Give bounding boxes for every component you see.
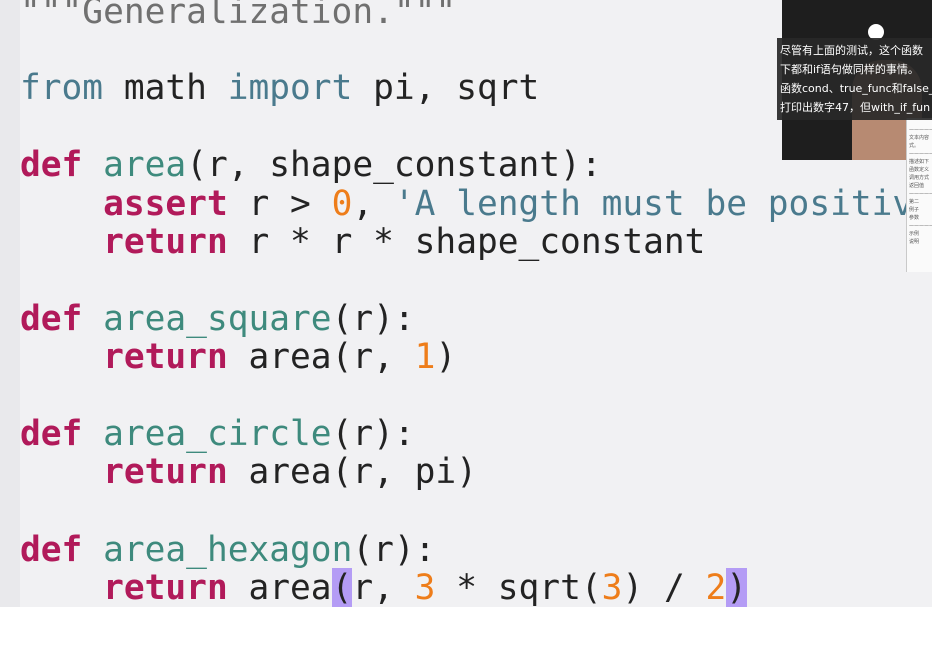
return-keyword: return (103, 222, 228, 262)
area-hexagon-params: (r): (352, 530, 436, 570)
return-hexagon-line: return area(r, 3 * sqrt(3) / 2) (20, 568, 748, 607)
matched-open-paren: ( (331, 568, 353, 607)
return-area-expr: r * r * shape_constant (227, 222, 706, 262)
return-hexagon-pre: area (227, 568, 332, 607)
subtitle-line: 函数cond、true_func和false_ (780, 82, 932, 95)
assert-zero: 0 (331, 184, 353, 224)
return-hexagon-mid2: * sqrt( (435, 568, 602, 607)
side-document-panel[interactable]: ————— 文本内容 式。 ————— 描述如下 函数定义 调用方式 返回值 ————— 第二 例子… (906, 118, 932, 272)
area-square-params: (r): (331, 299, 415, 339)
def-area-line: def area(r, shape_constant): (20, 145, 602, 185)
function-name-area-square: area_square (103, 299, 332, 339)
return-hexagon-mid3: ) / (622, 568, 706, 607)
return-square-expr: area(r, (227, 337, 415, 377)
import-keyword: import (227, 68, 353, 108)
number-two: 2 (705, 568, 727, 607)
number-three-a: 3 (414, 568, 436, 607)
assert-condition: r > (227, 184, 332, 224)
return-square-line: return area(r, 1) (20, 337, 456, 377)
subtitle-line: 下都和if语句做同样的事情。 (780, 63, 919, 76)
return-hexagon-mid1: r, (352, 568, 415, 607)
assert-keyword: assert (103, 184, 228, 224)
def-area-hexagon-line: def area_hexagon(r): (20, 530, 435, 570)
function-name-area-circle: area_circle (103, 414, 332, 454)
return-keyword: return (103, 568, 228, 607)
docstring-line: """Generalization.""" (20, 0, 456, 32)
import-names: pi, sqrt (352, 68, 540, 108)
number-one: 1 (414, 337, 436, 377)
return-keyword: return (103, 337, 228, 377)
def-keyword: def (20, 145, 83, 185)
def-keyword: def (20, 414, 83, 454)
matched-close-paren: ) (726, 568, 748, 607)
module-name: math (103, 68, 228, 108)
def-keyword: def (20, 299, 83, 339)
assert-message: 'A length must be positive (393, 184, 932, 224)
number-three-b: 3 (601, 568, 623, 607)
return-circle-expr: area(r, pi) (227, 452, 477, 492)
return-area-line: return r * r * shape_constant (20, 222, 705, 262)
from-keyword: from (20, 68, 104, 108)
subtitle-overlay: 尽管有上面的测试，这个函数 下都和if语句做同样的事情。 函数cond、true… (777, 38, 932, 120)
subtitle-line: 打印出数字47，但with_if_fun (780, 101, 931, 114)
def-keyword: def (20, 530, 83, 570)
def-area-square-line: def area_square(r): (20, 299, 415, 339)
bottom-blank-area (0, 607, 932, 667)
area-circle-params: (r): (331, 414, 415, 454)
def-area-circle-line: def area_circle(r): (20, 414, 415, 454)
assert-comma: , (352, 184, 394, 224)
return-square-close: ) (435, 337, 457, 377)
function-name-area-hexagon: area_hexagon (103, 530, 353, 570)
function-name-area: area (103, 145, 187, 185)
subtitle-line: 尽管有上面的测试，这个函数 (780, 44, 923, 57)
editor-gutter (0, 0, 20, 607)
import-line: from math import pi, sqrt (20, 68, 539, 108)
area-params: (r, shape_constant): (186, 145, 602, 185)
return-keyword: return (103, 452, 228, 492)
assert-line: assert r > 0, 'A length must be positive (20, 184, 932, 224)
docstring-text: """Generalization.""" (20, 0, 457, 32)
return-circle-line: return area(r, pi) (20, 452, 477, 492)
